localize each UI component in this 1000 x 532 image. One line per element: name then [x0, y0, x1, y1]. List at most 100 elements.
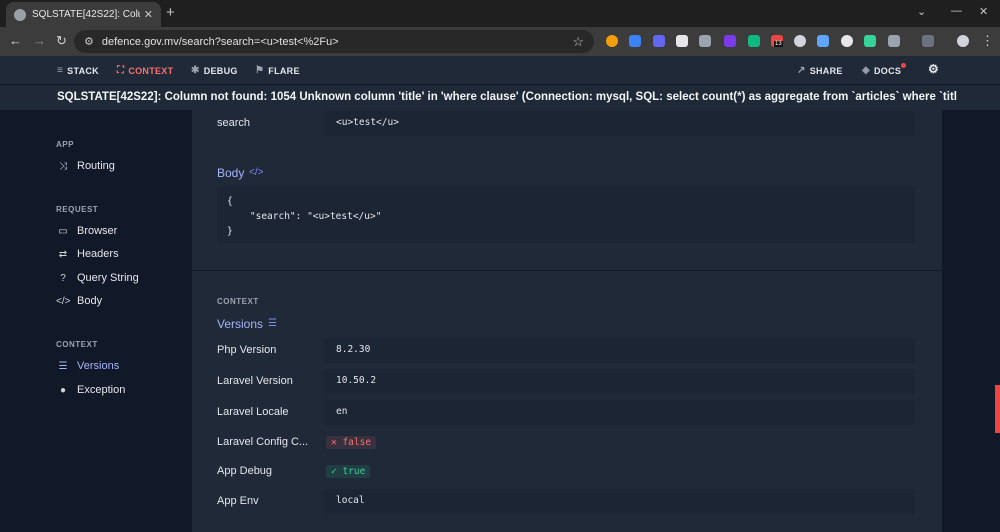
row-key: App Env — [217, 495, 259, 507]
context-icon: ⛶ — [117, 65, 125, 76]
extension-icon[interactable] — [748, 35, 760, 47]
row-key: Laravel Config C... — [217, 436, 309, 448]
extension-icon[interactable] — [724, 35, 736, 47]
close-window-icon[interactable]: ✕ — [979, 5, 988, 18]
extension-icon[interactable] — [606, 35, 618, 47]
menu-icon[interactable]: ⋮ — [981, 33, 994, 49]
x-icon: ✕ — [331, 437, 343, 448]
bug-icon: ✱ — [191, 65, 200, 76]
row-value[interactable]: 10.50.2 — [324, 369, 915, 394]
versions-row: Laravel Locale en — [217, 400, 915, 425]
extension-icon[interactable] — [653, 35, 665, 47]
url-text[interactable]: defence.gov.mv/search?search=<u>test<%2F… — [102, 36, 339, 48]
stack-icon: ≡ — [57, 65, 64, 76]
browser-toolbar: ← → ↻ ⚙ defence.gov.mv/search?search=<u>… — [0, 27, 1000, 56]
sliders-icon: ☰ — [268, 318, 277, 329]
row-key: Laravel Version — [217, 375, 293, 387]
sliders-icon: ☰ — [58, 360, 68, 372]
code-line: "search": "<u>test</u>" — [227, 211, 382, 222]
extension-icon[interactable] — [817, 35, 829, 47]
extensions-puzzle-icon[interactable] — [888, 35, 900, 47]
browser-window-icon: ▭ — [58, 225, 68, 237]
sidebar-item-query-string[interactable]: ? Query String — [56, 272, 139, 284]
row-value[interactable]: ✕ false — [324, 430, 915, 455]
row-key: App Debug — [217, 465, 273, 477]
extension-icon[interactable] — [841, 35, 853, 47]
scrollbar-thumb[interactable] — [995, 385, 1000, 433]
code-line: { — [227, 196, 233, 207]
sidebar-section-app: APP — [56, 140, 74, 149]
section-divider — [192, 270, 942, 271]
row-value[interactable]: 8.2.30 — [324, 338, 915, 363]
row-value[interactable]: ✓ true — [324, 459, 915, 484]
true-badge: ✓ true — [326, 465, 371, 478]
code-icon: </> — [249, 167, 264, 178]
docs-button[interactable]: ◈ DOCS — [862, 65, 901, 76]
context-section-label: CONTEXT — [217, 297, 259, 306]
versions-row: Php Version 8.2.30 — [217, 338, 915, 363]
error-page-nav: ≡ STACK ⛶ CONTEXT ✱ DEBUG ⚑ FLARE ↗ SHARE ◈ DO… — [0, 56, 1000, 85]
extension-icon[interactable] — [699, 35, 711, 47]
sidebar-item-exception[interactable]: ● Exception — [56, 384, 125, 396]
share-button[interactable]: ↗ SHARE — [797, 65, 843, 76]
share-icon: ↗ — [797, 65, 806, 76]
settings-gear-icon[interactable]: ⚙ — [928, 62, 939, 76]
versions-row: App Env local — [217, 489, 915, 514]
code-line: } — [227, 226, 233, 237]
check-icon: ✓ — [331, 466, 343, 477]
nav-stack[interactable]: ≡ STACK — [57, 65, 99, 76]
cast-icon[interactable] — [922, 35, 934, 47]
flare-icon: ⚑ — [255, 65, 265, 76]
extension-icon[interactable] — [794, 35, 806, 47]
extension-icon[interactable] — [864, 35, 876, 47]
address-bar[interactable]: ⚙ defence.gov.mv/search?search=<u>test<%… — [74, 30, 594, 53]
error-message: SQLSTATE[42S22]: Column not found: 1054 … — [57, 91, 957, 103]
docs-notification-dot — [901, 63, 906, 68]
nav-debug[interactable]: ✱ DEBUG — [191, 65, 238, 76]
bomb-icon: ● — [59, 384, 67, 396]
reload-icon[interactable]: ↻ — [56, 33, 67, 49]
tab-title: SQLSTATE[42S22]: Column not f — [32, 9, 140, 20]
context-sidebar: APP ⤨ Routing REQUEST ▭ Browser ⇄ Headers ?… — [0, 110, 192, 532]
extension-badge: 13 — [774, 41, 783, 47]
row-key: search — [217, 117, 251, 129]
row-key: Laravel Locale — [217, 406, 289, 418]
row-value[interactable]: en — [324, 400, 915, 425]
new-tab-button[interactable]: + — [166, 4, 175, 21]
browser-tab[interactable]: SQLSTATE[42S22]: Column not f ✕ — [6, 2, 161, 27]
row-key: Php Version — [217, 344, 277, 356]
sidebar-item-headers[interactable]: ⇄ Headers — [56, 248, 119, 260]
body-section-title[interactable]: Body — [217, 166, 244, 180]
site-info-icon[interactable]: ⚙ — [84, 35, 94, 48]
code-icon: </> — [56, 295, 71, 307]
back-icon[interactable]: ← — [9, 33, 22, 48]
close-tab-icon[interactable]: ✕ — [144, 8, 153, 21]
extension-icon[interactable] — [676, 35, 688, 47]
sidebar-item-routing[interactable]: ⤨ Routing — [56, 160, 115, 172]
question-circle-icon: ? — [60, 272, 66, 284]
forward-icon[interactable]: → — [33, 33, 46, 48]
context-main-panel: search <u>test</u> Body </> { "search": … — [192, 110, 942, 532]
error-message-bar: SQLSTATE[42S22]: Column not found: 1054 … — [0, 85, 1000, 110]
nav-flare[interactable]: ⚑ FLARE — [255, 65, 300, 76]
body-code-block[interactable]: { "search": "<u>test</u>" } — [217, 186, 915, 243]
versions-row: App Debug ✓ true — [217, 459, 915, 484]
docs-icon: ◈ — [862, 65, 870, 76]
sidebar-section-context: CONTEXT — [56, 340, 98, 349]
nav-context[interactable]: ⛶ CONTEXT — [117, 65, 173, 76]
row-value[interactable]: <u>test</u> — [324, 111, 915, 136]
sidebar-item-versions[interactable]: ☰ Versions — [56, 360, 120, 372]
sidebar-item-browser[interactable]: ▭ Browser — [56, 225, 117, 237]
bookmark-star-icon[interactable]: ☆ — [572, 34, 584, 50]
profile-icon[interactable] — [957, 35, 969, 47]
browser-tab-bar: SQLSTATE[42S22]: Column not f ✕ + ⌄ — ✕ — [0, 0, 1000, 27]
sidebar-item-body[interactable]: </> Body — [56, 295, 102, 307]
versions-section-title[interactable]: Versions — [217, 317, 263, 331]
page-gutter — [942, 110, 1000, 532]
translate-extension-icon[interactable] — [629, 35, 641, 47]
versions-row: Laravel Version 10.50.2 — [217, 369, 915, 394]
row-value[interactable]: local — [324, 489, 915, 514]
tab-search-icon[interactable]: ⌄ — [917, 5, 926, 18]
minimize-icon[interactable]: — — [951, 5, 962, 17]
false-badge: ✕ false — [326, 436, 377, 449]
